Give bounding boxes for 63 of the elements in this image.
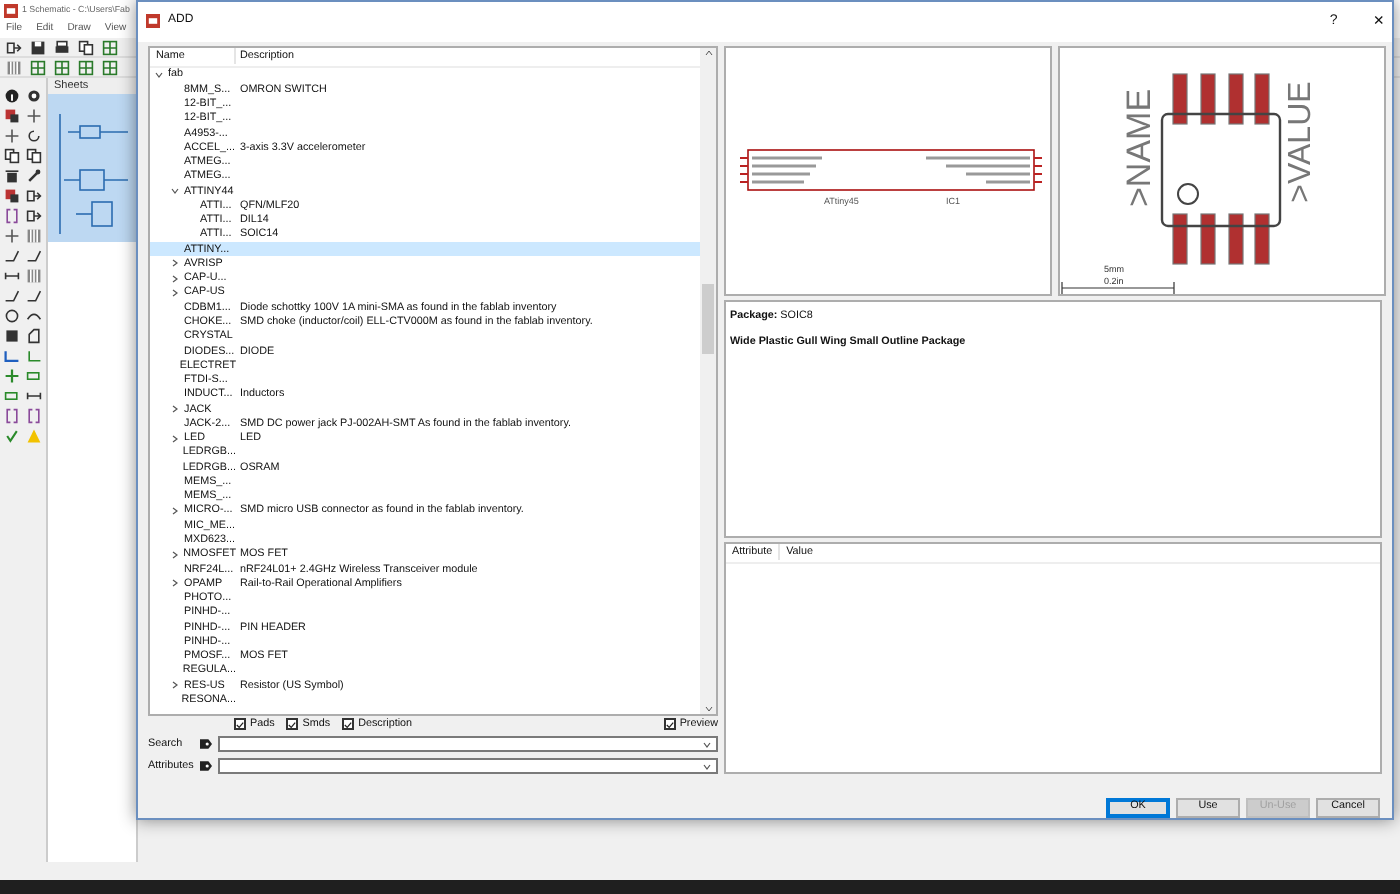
bracket-icon[interactable] xyxy=(25,408,41,424)
move-icon[interactable] xyxy=(3,128,19,144)
collapsed-chevron-icon[interactable] xyxy=(170,433,180,444)
copy-icon[interactable] xyxy=(78,39,94,55)
line-icon[interactable] xyxy=(25,288,41,304)
checkbox[interactable] xyxy=(286,718,299,731)
grid-icon[interactable] xyxy=(102,39,118,55)
resize-icon[interactable] xyxy=(25,388,41,404)
collapsed-chevron-icon[interactable] xyxy=(170,288,180,298)
close-button[interactable]: × xyxy=(1373,8,1384,36)
expanded-chevron-icon[interactable] xyxy=(154,70,164,81)
check-icon[interactable] xyxy=(3,428,19,444)
sheet-thumbnail[interactable] xyxy=(48,94,136,242)
collapsed-chevron-icon[interactable] xyxy=(170,549,180,560)
scrollbar-thumb[interactable] xyxy=(702,283,714,354)
collapsed-chevron-icon[interactable] xyxy=(170,273,180,284)
grid-icon[interactable] xyxy=(102,59,118,75)
line-icon[interactable] xyxy=(25,248,41,264)
checkbox[interactable] xyxy=(234,718,246,731)
plus-icon[interactable] xyxy=(3,368,19,384)
tag-icon[interactable] xyxy=(200,738,212,751)
collapsed-chevron-icon[interactable] xyxy=(170,578,180,589)
checkbox[interactable] xyxy=(663,718,676,731)
info-icon[interactable] xyxy=(3,88,19,104)
collapsed-chevron-icon[interactable] xyxy=(170,505,180,516)
line-icon[interactable] xyxy=(3,288,19,304)
scale-bar xyxy=(1061,281,1175,294)
open-file-icon[interactable] xyxy=(25,188,41,204)
rotate-icon[interactable] xyxy=(25,128,41,144)
gear-icon[interactable] xyxy=(25,88,41,104)
move-icon[interactable] xyxy=(3,228,19,244)
combo-field[interactable] xyxy=(218,758,718,775)
open-file-icon[interactable] xyxy=(25,208,41,224)
bracket-icon[interactable] xyxy=(3,208,19,224)
printer-icon[interactable] xyxy=(54,39,70,55)
scrollbar[interactable] xyxy=(700,47,716,714)
move-icon[interactable] xyxy=(25,108,41,124)
save-icon[interactable] xyxy=(30,39,46,55)
resize-icon[interactable] xyxy=(3,268,19,284)
grid-icon[interactable] xyxy=(54,59,70,75)
square-icon[interactable] xyxy=(3,328,19,344)
checkbox[interactable] xyxy=(342,718,355,731)
name-label: >NAME xyxy=(1120,88,1158,207)
grid-icon[interactable] xyxy=(30,59,46,75)
grid-icon[interactable] xyxy=(78,59,94,75)
value-label: >VALUE xyxy=(1284,81,1318,203)
open-file-icon[interactable] xyxy=(6,39,22,55)
circle-icon[interactable] xyxy=(3,308,19,324)
arc-icon[interactable] xyxy=(25,308,41,324)
collapsed-chevron-icon[interactable] xyxy=(170,404,180,415)
scroll-down-icon[interactable] xyxy=(703,703,713,714)
tag-icon[interactable] xyxy=(200,760,212,773)
line-icon[interactable] xyxy=(3,248,19,264)
collapsed-chevron-icon[interactable] xyxy=(170,680,180,691)
collapsed-chevron-icon[interactable] xyxy=(170,258,180,269)
scroll-up-icon[interactable] xyxy=(703,47,713,58)
bracket-icon[interactable] xyxy=(3,408,19,424)
wrench-icon[interactable] xyxy=(25,168,41,184)
app-icon xyxy=(146,14,160,29)
trash-icon[interactable] xyxy=(3,168,19,184)
polygon-icon[interactable] xyxy=(25,328,41,344)
combo-field[interactable] xyxy=(218,736,718,753)
expanded-chevron-icon[interactable] xyxy=(170,186,180,197)
